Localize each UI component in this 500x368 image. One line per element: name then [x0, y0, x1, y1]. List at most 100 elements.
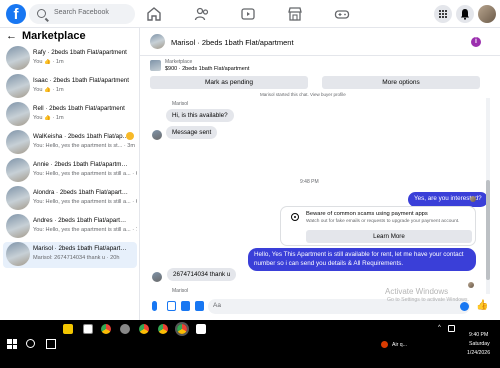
bell-icon	[461, 9, 469, 20]
sender-name: Marisol	[172, 101, 189, 107]
chrome-active-icon[interactable]	[177, 324, 187, 334]
chat-header: Marisol · 2beds 1bath Flat/apartment i	[140, 28, 500, 56]
chat-title[interactable]: Marisol · 2beds 1bath Flat/apartment	[171, 38, 294, 47]
listing-thumbnail	[6, 158, 30, 182]
air-quality-icon[interactable]	[381, 341, 388, 348]
message-placeholder: Aa	[213, 302, 221, 309]
panel-title: Marketplace	[22, 30, 86, 42]
like-icon[interactable]: 👍	[476, 300, 488, 311]
listing-thumbnail	[6, 186, 30, 210]
conversation-item[interactable]: Rafy · 2beds 1bath Flat/apartment You 👍 …	[3, 46, 137, 72]
conversation-preview: You 👍 · 1m	[33, 87, 64, 93]
conversation-item[interactable]: Andres · 2beds 1bath Flat/apartment You:…	[3, 214, 137, 240]
conversation-item[interactable]: Rell · 2beds 1bath Flat/apartment You 👍 …	[3, 102, 137, 128]
weather-text[interactable]: Air q...	[392, 342, 407, 348]
home-icon[interactable]	[146, 6, 162, 22]
activate-windows-subtitle: Go to Settings to activate Windows.	[387, 297, 469, 303]
chat-start-note: Marisol started this chat. View buyer pr…	[260, 92, 346, 97]
windows-taskbar: Air q... ^ 9:40 PM Saturday 1/24/2026	[0, 320, 500, 368]
listing-label: Marketplace	[165, 59, 193, 65]
sticker-icon[interactable]	[181, 301, 190, 311]
more-options-button[interactable]: More options	[322, 76, 480, 89]
clock-time[interactable]: 9:40 PM	[469, 332, 488, 338]
sticky-notes-icon[interactable]	[63, 324, 73, 334]
listing-thumbnail	[6, 130, 30, 154]
conversation-preview: You: Hello, yes the apartment is still a…	[33, 227, 137, 233]
message-thread: Marisol started this chat. View buyer pr…	[140, 92, 488, 294]
listing-thumbnail	[6, 74, 30, 98]
timestamp-separator: 9:48 PM	[300, 179, 319, 185]
video-icon[interactable]	[240, 6, 256, 22]
shield-alert-icon	[291, 213, 299, 221]
taskbar-search-icon[interactable]	[26, 339, 35, 348]
clock-day[interactable]: Saturday	[469, 341, 490, 347]
emoji-reaction-icon	[126, 132, 134, 140]
conversation-item[interactable]: Annie · 2beds 1bath Flat/apartment You: …	[3, 158, 137, 184]
search-input[interactable]: Search Facebook	[29, 4, 135, 24]
conversation-item[interactable]: Isaac · 2beds 1bath Flat/apartment You 👍…	[3, 74, 137, 100]
warning-title: Beware of common scams using payment app…	[306, 211, 428, 217]
listing-thumbnail	[6, 214, 30, 238]
seen-avatar	[470, 196, 476, 202]
mark-as-pending-button[interactable]: Mark as pending	[150, 76, 308, 89]
conversation-item-active[interactable]: Marisol · 2beds 1bath Flat/apartm... Mar…	[3, 242, 137, 268]
seen-avatar	[468, 282, 474, 288]
marketplace-icon[interactable]	[287, 6, 303, 22]
warning-subtitle: Watch out for fake emails or requests to…	[306, 219, 460, 224]
activate-windows-watermark: Activate Windows	[385, 287, 449, 296]
profile-avatar[interactable]	[478, 5, 496, 23]
start-windows-icon[interactable]	[7, 339, 17, 349]
conversation-title: Rafy · 2beds 1bath Flat/apartment	[33, 49, 127, 56]
chrome-icon[interactable]	[101, 324, 111, 334]
listing-price: $900 · 2beds 1bath Flat/apartment	[165, 66, 250, 72]
menu-grid-button[interactable]	[434, 5, 452, 23]
outgoing-message[interactable]: Hello, Yes This Apartment is still avail…	[248, 248, 476, 271]
network-icon[interactable]	[448, 325, 455, 332]
chrome-icon[interactable]	[139, 324, 149, 334]
conversation-preview: Marisol: 2674714034 thank u · 20h	[33, 255, 120, 261]
clock-date[interactable]: 1/24/2026	[467, 350, 490, 356]
conversation-title: Isaac · 2beds 1bath Flat/apartment	[33, 77, 129, 84]
conversation-title: Marisol · 2beds 1bath Flat/apartm...	[33, 245, 129, 252]
listing-avatar[interactable]	[150, 34, 165, 49]
chrome-icon[interactable]	[158, 324, 168, 334]
notifications-button[interactable]	[456, 5, 474, 23]
scam-warning-card: Beware of common scams using payment app…	[280, 206, 476, 246]
learn-more-button[interactable]: Learn More	[306, 230, 472, 243]
conversation-item[interactable]: WalKeisha · 2beds 1bath Flat/apart You: …	[3, 130, 137, 156]
grid-icon	[439, 10, 447, 18]
search-placeholder: Search Facebook	[54, 9, 109, 16]
listing-thumbnail	[150, 60, 161, 71]
incoming-message[interactable]: 2674714034 thank u	[167, 268, 237, 281]
friends-icon[interactable]	[194, 6, 210, 22]
incoming-message[interactable]: Message sent	[166, 126, 218, 139]
facebook-logo-icon[interactable]: f	[6, 4, 26, 24]
tray-chevron-icon[interactable]: ^	[438, 325, 445, 332]
back-arrow-icon[interactable]: ←	[6, 30, 17, 42]
listing-thumbnail	[6, 242, 30, 266]
conversation-preview: You: Hello, yes the apartment is st... ·…	[33, 143, 136, 149]
gif-icon[interactable]	[195, 301, 204, 311]
listing-card[interactable]: Marketplace $900 · 2beds 1bath Flat/apar…	[150, 59, 480, 73]
sender-avatar	[152, 272, 162, 282]
microphone-icon[interactable]	[152, 301, 157, 311]
emoji-icon[interactable]	[460, 302, 469, 311]
gaming-icon[interactable]	[334, 6, 350, 22]
conversation-item[interactable]: Alondra · 2beds 1bath Flat/apartm... You…	[3, 186, 137, 212]
conversation-preview: You: Hello, yes the apartment is still a…	[33, 171, 137, 177]
conversation-title: Annie · 2beds 1bath Flat/apartment	[33, 161, 129, 168]
sender-avatar	[152, 130, 162, 140]
search-icon	[37, 9, 46, 18]
conversation-title: WalKeisha · 2beds 1bath Flat/apart	[33, 133, 129, 140]
photo-icon[interactable]	[167, 301, 176, 311]
info-icon[interactable]: i	[471, 37, 481, 47]
incoming-message[interactable]: Hi, is this available?	[166, 109, 234, 122]
conversation-title: Alondra · 2beds 1bath Flat/apartm...	[33, 189, 129, 196]
file-icon[interactable]	[83, 324, 93, 334]
task-view-icon[interactable]	[46, 339, 56, 349]
document-app-icon[interactable]	[196, 324, 206, 334]
profile-app-icon[interactable]	[120, 324, 130, 334]
scrollbar-thumb[interactable]	[486, 180, 490, 280]
listing-thumbnail	[6, 46, 30, 70]
chat-scrollbar[interactable]	[486, 98, 490, 294]
